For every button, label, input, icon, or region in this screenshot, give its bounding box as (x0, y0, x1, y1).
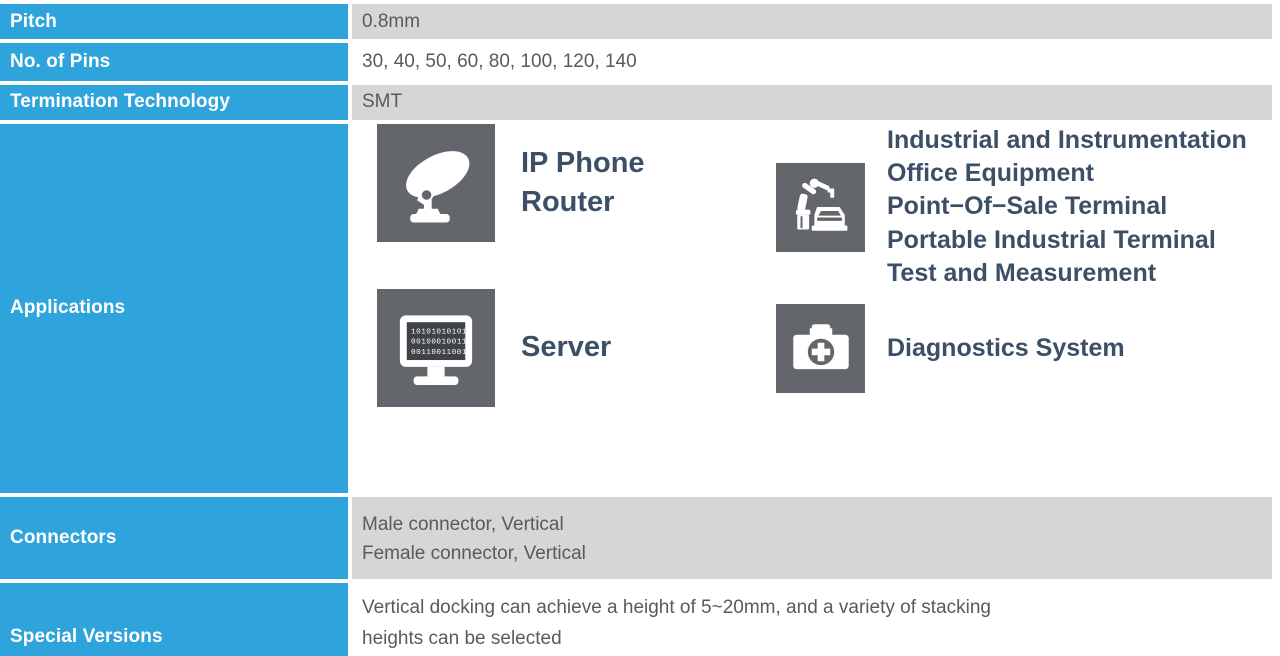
application-label-server: Server (521, 331, 612, 364)
row-label-applications: Applications (0, 123, 348, 493)
row-value-special-versions: Vertical docking can achieve a height of… (352, 583, 1272, 656)
application-item-diagnostics-system: Diagnostics System (776, 303, 1125, 393)
row-label-pitch: Pitch (0, 4, 348, 40)
svg-text:10101010101: 10101010101 (411, 328, 467, 336)
table-row-applications: Applications IP Phone Router Industrial … (0, 123, 1280, 493)
application-label-industrial: Industrial and Instrumentation Office Eq… (887, 125, 1247, 287)
application-label-diagnostics-system: Diagnostics System (887, 333, 1125, 362)
row-value-termination-technology: SMT (352, 84, 1272, 120)
application-item-industrial: Industrial and Instrumentation Office Eq… (776, 124, 1247, 290)
application-item-ip-phone-router: IP Phone Router (377, 123, 645, 242)
first-aid-kit-icon (776, 303, 865, 393)
row-value-no-of-pins: 30, 40, 50, 60, 80, 100, 120, 140 (352, 43, 1272, 81)
applications-grid: IP Phone Router Industrial and Instrumen… (352, 123, 1272, 493)
application-item-server: 10101010101 00100010011 00110011001 Serv… (377, 288, 612, 407)
server-monitor-icon: 10101010101 00100010011 00110011001 (377, 288, 495, 407)
svg-text:00100010011: 00100010011 (411, 339, 467, 347)
row-label-termination-technology: Termination Technology (0, 84, 348, 120)
table-row-pitch: Pitch 0.8mm (0, 4, 1280, 40)
specification-table: Pitch 0.8mm No. of Pins 30, 40, 50, 60, … (0, 0, 1280, 656)
svg-text:00110011001: 00110011001 (411, 349, 467, 357)
row-label-no-of-pins: No. of Pins (0, 43, 348, 81)
row-value-pitch: 0.8mm (352, 4, 1272, 40)
table-row-connectors: Connectors Male connector, Vertical Fema… (0, 496, 1280, 580)
table-row-termination-technology: Termination Technology SMT (0, 84, 1280, 120)
industrial-robot-arm-icon (776, 162, 865, 252)
row-value-connectors: Male connector, Vertical Female connecto… (352, 496, 1272, 580)
application-label-ip-phone-router: IP Phone Router (521, 146, 645, 218)
row-label-connectors: Connectors (0, 496, 348, 580)
applications-content: IP Phone Router Industrial and Instrumen… (352, 123, 1272, 493)
table-row-no-of-pins: No. of Pins 30, 40, 50, 60, 80, 100, 120… (0, 43, 1280, 81)
satellite-dish-icon (377, 123, 495, 242)
table-row-special-versions: Special Versions Vertical docking can ac… (0, 583, 1280, 656)
row-label-special-versions: Special Versions (0, 583, 348, 656)
